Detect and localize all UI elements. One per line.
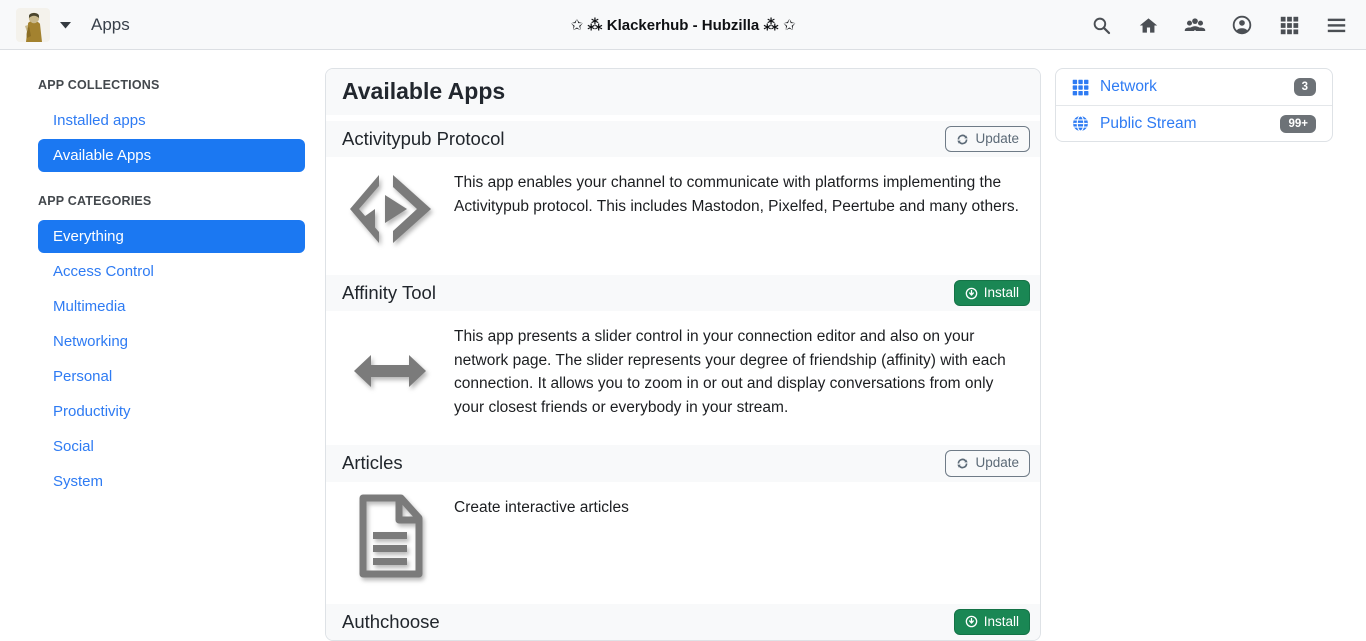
sidebar-item-system[interactable]: System — [38, 465, 305, 498]
app-section-articles: Articles Update — [326, 445, 1040, 597]
app-name: Articles — [342, 452, 403, 474]
sidebar-item-productivity[interactable]: Productivity — [38, 395, 305, 428]
app-categories-heading: APP CATEGORIES — [38, 194, 305, 208]
app-section-affinity-tool: Affinity Tool Install This app presents … — [326, 275, 1040, 439]
public-stream-count-badge: 99+ — [1280, 115, 1316, 133]
sidebar-item-label[interactable]: Personal — [38, 360, 305, 393]
install-button[interactable]: Install — [954, 280, 1030, 306]
aside-item-label: Network — [1100, 78, 1294, 96]
page-title: Available Apps — [342, 78, 505, 104]
sidebar-item-installed-apps[interactable]: Installed apps — [38, 104, 305, 137]
sidebar-item-personal[interactable]: Personal — [38, 360, 305, 393]
refresh-icon — [956, 457, 969, 470]
update-button[interactable]: Update — [945, 450, 1030, 476]
top-navbar: Apps ✩ ⁂ Klackerhub - Hubzilla ⁂ ✩ — [0, 0, 1366, 50]
aside-item-label: Public Stream — [1100, 115, 1280, 133]
document-icon — [342, 494, 438, 578]
arrows-left-right-icon — [342, 323, 438, 419]
install-circle-down-icon — [965, 287, 978, 300]
menu-icon[interactable] — [1320, 9, 1352, 41]
app-name: Authchoose — [342, 611, 440, 633]
app-section-activitypub: Activitypub Protocol Update — [326, 121, 1040, 269]
account-icon[interactable] — [1226, 9, 1258, 41]
available-apps-card: Available Apps Activitypub Protocol Upda… — [325, 68, 1041, 641]
sidebar-item-label[interactable]: Access Control — [38, 255, 305, 288]
app-name: Affinity Tool — [342, 282, 436, 304]
activitypub-logo-icon — [342, 169, 438, 249]
app-section-authchoose: Authchoose Install — [326, 604, 1040, 640]
button-label: Install — [984, 614, 1019, 630]
search-icon[interactable] — [1085, 9, 1117, 41]
button-label: Update — [975, 455, 1019, 471]
sidebar-item-available-apps[interactable]: Available Apps — [38, 139, 305, 172]
sidebar-item-access-control[interactable]: Access Control — [38, 255, 305, 288]
sidebar-item-label[interactable]: Social — [38, 430, 305, 463]
button-label: Install — [984, 285, 1019, 301]
sidebar-item-label[interactable]: System — [38, 465, 305, 498]
apps-grid-icon[interactable] — [1273, 9, 1305, 41]
sidebar-item-label[interactable]: Everything — [38, 220, 305, 253]
refresh-icon — [956, 133, 969, 146]
home-icon[interactable] — [1132, 9, 1164, 41]
grid-icon — [1072, 79, 1089, 96]
update-button[interactable]: Update — [945, 126, 1030, 152]
sidebar-item-label[interactable]: Networking — [38, 325, 305, 358]
network-count-badge: 3 — [1294, 78, 1316, 96]
sidebar-item-multimedia[interactable]: Multimedia — [38, 290, 305, 323]
app-name: Activitypub Protocol — [342, 128, 504, 150]
button-label: Update — [975, 131, 1019, 147]
app-description: This app presents a slider control in yo… — [454, 323, 1024, 419]
app-description: This app enables your channel to communi… — [454, 169, 1024, 249]
aside-item-public-stream[interactable]: Public Stream 99+ — [1056, 105, 1332, 141]
app-description: Create interactive articles — [454, 494, 629, 578]
sidebar-item-label[interactable]: Productivity — [38, 395, 305, 428]
sidebar-item-label[interactable]: Available Apps — [38, 139, 305, 172]
aside-item-network[interactable]: Network 3 — [1056, 69, 1332, 105]
sidebar-item-social[interactable]: Social — [38, 430, 305, 463]
install-circle-down-icon — [965, 615, 978, 628]
install-button[interactable]: Install — [954, 609, 1030, 635]
app-collections-heading: APP COLLECTIONS — [38, 78, 305, 92]
left-sidebar: APP COLLECTIONS Installed apps Available… — [38, 68, 305, 520]
groups-icon[interactable] — [1179, 9, 1211, 41]
globe-icon — [1072, 115, 1089, 132]
sidebar-item-networking[interactable]: Networking — [38, 325, 305, 358]
sidebar-item-everything[interactable]: Everything — [38, 220, 305, 253]
sidebar-item-label[interactable]: Multimedia — [38, 290, 305, 323]
right-aside: Network 3 Public Stream 99+ — [1055, 68, 1333, 142]
sidebar-item-label[interactable]: Installed apps — [38, 104, 305, 137]
card-title-row: Available Apps — [326, 69, 1040, 115]
